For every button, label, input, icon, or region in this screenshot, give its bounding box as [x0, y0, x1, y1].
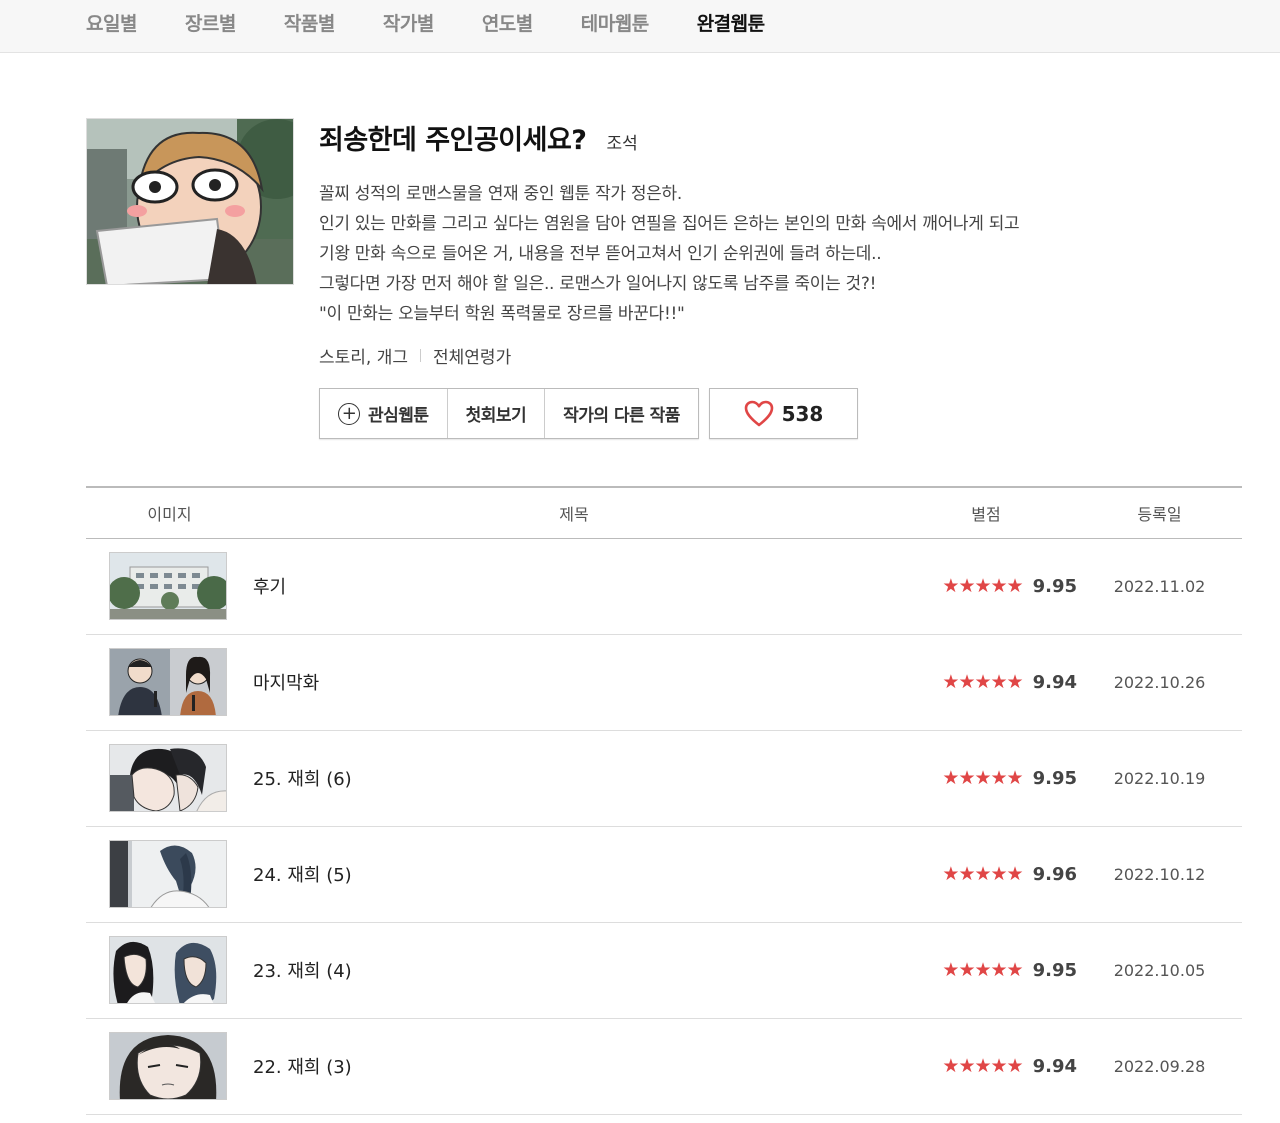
- header-image: 이미지: [147, 504, 192, 524]
- episode-thumbnail[interactable]: [109, 840, 227, 908]
- comic-age-rating: 전체연령가: [433, 348, 512, 368]
- description-line: "이 만화는 오늘부터 학원 폭력물로 장르를 바꾼다!!": [319, 304, 685, 324]
- star-rating-icon: ★★★★★: [942, 863, 1023, 885]
- rating-score: 9.95: [1032, 959, 1077, 981]
- episode-rating: ★★★★★ 9.96: [895, 863, 1077, 885]
- comic-author[interactable]: 조석: [606, 129, 637, 154]
- ponytail-girl-image: [110, 841, 226, 907]
- rating-score: 9.95: [1032, 575, 1077, 597]
- star-rating-icon: ★★★★★: [942, 767, 1023, 789]
- comic-info: 죄송한데 주인공이세요? 조석 꼴찌 성적의 로맨스물을 연재 중인 웹툰 작가…: [86, 118, 1246, 448]
- header-title: 제목: [559, 504, 589, 524]
- nav-tab-theme[interactable]: 테마웹툰: [581, 9, 649, 36]
- table-row[interactable]: 24. 재희 (5) ★★★★★ 9.96 2022.10.12: [86, 826, 1242, 922]
- episode-thumbnail[interactable]: [109, 1032, 227, 1100]
- comic-thumbnail: [86, 118, 294, 285]
- header-rating: 별점: [971, 504, 1001, 524]
- nav-tab-author[interactable]: 작가별: [383, 9, 434, 36]
- episode-title[interactable]: 22. 재희 (3): [253, 1018, 895, 1114]
- rating-score: 9.94: [1032, 671, 1077, 693]
- other-works-label: 작가의 다른 작품: [563, 406, 680, 426]
- nav-tab-title[interactable]: 작품별: [284, 9, 335, 36]
- episode-title[interactable]: 마지막화: [253, 634, 895, 730]
- nav-tab-year[interactable]: 연도별: [482, 9, 533, 36]
- two-girls-image: [110, 937, 226, 1003]
- button-group: + 관심웹툰 첫회보기 작가의 다른 작품: [319, 388, 699, 439]
- cartoon-character-image: [87, 119, 293, 284]
- rating-score: 9.94: [1032, 1055, 1077, 1077]
- episode-rating: ★★★★★ 9.94: [895, 671, 1077, 693]
- episode-thumbnail[interactable]: [109, 744, 227, 812]
- episode-title[interactable]: 23. 재희 (4): [253, 922, 895, 1018]
- episode-date: 2022.11.02: [1113, 576, 1206, 596]
- comic-description: 꼴찌 성적의 로맨스물을 연재 중인 웹툰 작가 정은하. 인기 있는 만화를 …: [319, 179, 1239, 329]
- action-buttons: + 관심웹툰 첫회보기 작가의 다른 작품 538: [319, 388, 1239, 439]
- nav-tab-genre[interactable]: 장르별: [185, 9, 236, 36]
- episode-date: 2022.10.12: [1113, 864, 1206, 884]
- star-rating-icon: ★★★★★: [942, 575, 1023, 597]
- table-row[interactable]: 후기 ★★★★★ 9.95 2022.11.02: [86, 538, 1242, 634]
- first-episode-label: 첫회보기: [465, 406, 527, 426]
- episode-rating: ★★★★★ 9.94: [895, 1055, 1077, 1077]
- heart-icon: [744, 400, 773, 427]
- table-row[interactable]: 마지막화 ★★★★★ 9.94 2022.10.26: [86, 634, 1242, 730]
- table-row[interactable]: 23. 재희 (4) ★★★★★ 9.95 2022.10.05: [86, 922, 1242, 1018]
- like-button[interactable]: 538: [708, 388, 858, 439]
- divider: [420, 349, 422, 362]
- rating-score: 9.96: [1032, 863, 1077, 885]
- nav-tab-weekday[interactable]: 요일별: [86, 9, 137, 36]
- episode-rating: ★★★★★ 9.95: [895, 959, 1077, 981]
- girl-face-image: [110, 1033, 226, 1099]
- plus-circle-icon: +: [338, 402, 360, 425]
- profile-face-image: [110, 745, 226, 811]
- episode-thumbnail[interactable]: [109, 552, 227, 620]
- genre-row: 스토리, 개그 전체연령가: [319, 343, 1239, 368]
- header-date: 등록일: [1137, 504, 1182, 524]
- star-rating-icon: ★★★★★: [942, 959, 1023, 981]
- other-works-button[interactable]: 작가의 다른 작품: [545, 389, 698, 438]
- episode-date: 2022.10.05: [1113, 960, 1206, 980]
- episode-title[interactable]: 24. 재희 (5): [253, 826, 895, 922]
- description-line: 기왕 만화 속으로 들어온 거, 내용을 전부 뜯어고쳐서 인기 순위권에 들려…: [319, 244, 882, 264]
- table-row[interactable]: 22. 재희 (3) ★★★★★ 9.94 2022.09.28: [86, 1018, 1242, 1114]
- comic-title: 죄송한데 주인공이세요?: [319, 125, 587, 156]
- episode-date: 2022.10.26: [1113, 672, 1206, 692]
- description-line: 꼴찌 성적의 로맨스물을 연재 중인 웹툰 작가 정은하.: [319, 184, 682, 204]
- comic-genre: 스토리, 개그: [319, 348, 409, 368]
- first-episode-button[interactable]: 첫회보기: [448, 389, 546, 438]
- episode-title[interactable]: 후기: [253, 538, 895, 634]
- school-building-image: [110, 553, 226, 619]
- episode-table: 이미지 제목 별점 등록일 후기 ★★★★★ 9.95 2022.11.02 마…: [86, 486, 1242, 1115]
- episode-thumbnail[interactable]: [109, 648, 227, 716]
- star-rating-icon: ★★★★★: [942, 671, 1023, 693]
- description-line: 그렇다면 가장 먼저 해야 할 일은.. 로맨스가 일어나지 않도록 남주를 죽…: [319, 274, 877, 294]
- favorite-label: 관심웹툰: [368, 406, 429, 426]
- interview-scene-image: [110, 649, 226, 715]
- like-count: 538: [781, 401, 824, 426]
- episode-thumbnail[interactable]: [109, 936, 227, 1004]
- top-navigation: 요일별 장르별 작품별 작가별 연도별 테마웹툰 완결웹툰: [0, 0, 1280, 53]
- table-row[interactable]: 25. 재희 (6) ★★★★★ 9.95 2022.10.19: [86, 730, 1242, 826]
- favorite-button[interactable]: + 관심웹툰: [320, 389, 448, 438]
- episode-date: 2022.10.19: [1113, 768, 1206, 788]
- nav-tab-completed[interactable]: 완결웹툰: [697, 9, 765, 36]
- star-rating-icon: ★★★★★: [942, 1055, 1023, 1077]
- rating-score: 9.95: [1032, 767, 1077, 789]
- episode-date: 2022.09.28: [1113, 1056, 1206, 1076]
- table-header: 이미지 제목 별점 등록일: [86, 487, 1242, 538]
- episode-rating: ★★★★★ 9.95: [895, 575, 1077, 597]
- comic-detail: 죄송한데 주인공이세요? 조석 꼴찌 성적의 로맨스물을 연재 중인 웹툰 작가…: [319, 118, 1239, 439]
- episode-rating: ★★★★★ 9.95: [895, 767, 1077, 789]
- episode-title[interactable]: 25. 재희 (6): [253, 730, 895, 826]
- description-line: 인기 있는 만화를 그리고 싶다는 염원을 담아 연필을 집어든 은하는 본인의…: [319, 214, 1020, 234]
